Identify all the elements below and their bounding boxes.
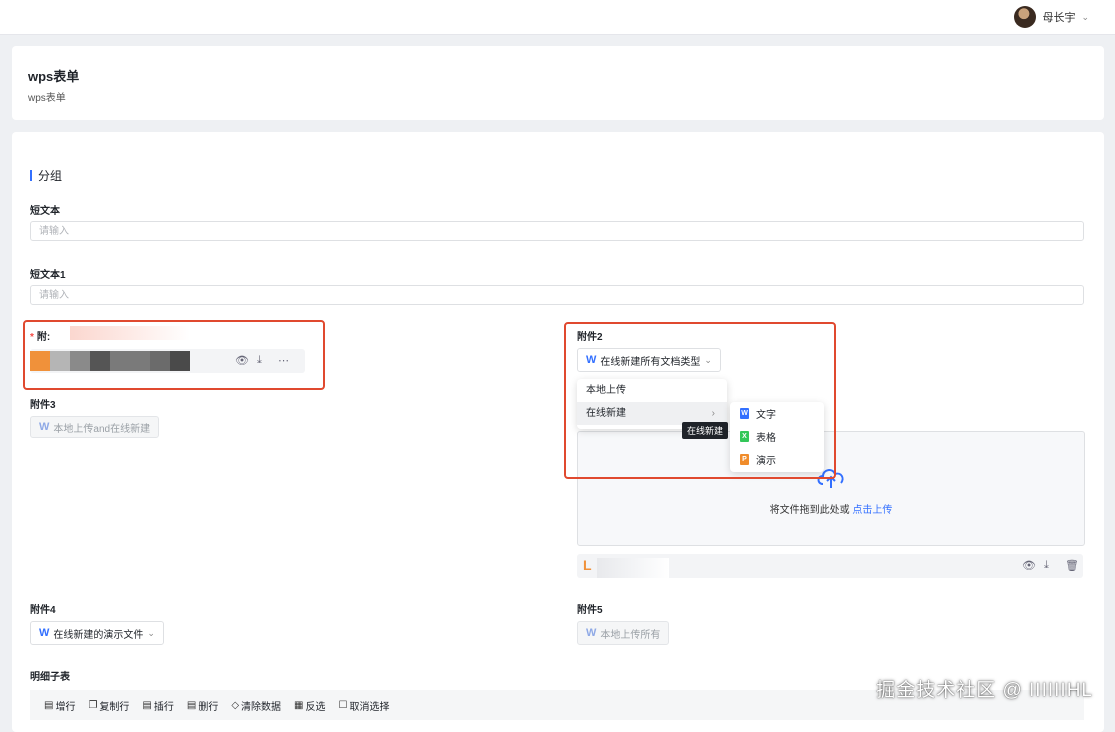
clear-data-label: 清除数据 [241,701,282,713]
page-subtitle: wps表单 [28,93,66,104]
clear-data-button[interactable]: ◇ 清除数据 [231,698,281,713]
add-row-icon: ▤ [44,699,54,711]
redacted-filename [597,558,669,578]
page-title: wps表单 [28,69,80,84]
insert-row-label: 插行 [153,701,174,713]
wps-icon: W [39,627,50,639]
click-upload-link[interactable]: 点击上传 [852,505,892,516]
delete-row-icon: ▤ [186,699,197,711]
watermark: 掘金技术社区 @ IIIIIIHL [876,680,1093,701]
short-text1-label: 短文本1 [30,270,66,281]
chevron-down-icon: ⌄ [147,627,155,638]
dropzone-hint: 将文件拖到此处或 [769,505,850,516]
top-bar: 母长宇 ⌄ [0,0,1115,35]
attachment3-button[interactable]: W 本地上传and在线新建 [30,416,160,438]
attachment5-button-label: 本地上传所有 [600,629,661,641]
invert-selection-label: 反选 [305,701,326,713]
attachment3-label: 附件3 [30,400,56,411]
copy-row-label: 复制行 [99,701,130,713]
file-type-icon: L [583,557,592,573]
cancel-selection-button[interactable]: ☐ 取消选择 [338,698,389,713]
attachment2-file-row[interactable]: L 👁 ⤓ 🗑 [577,554,1083,578]
insert-row-button[interactable]: ▤ 插行 [142,698,173,713]
detail-table-label: 明细子表 [30,672,70,683]
highlight-box-attachment1 [23,320,325,390]
cancel-selection-icon: ☐ [338,699,348,711]
invert-selection-button[interactable]: ▦ 反选 [294,698,325,713]
insert-row-icon: ▤ [142,699,152,711]
short-text-input[interactable]: 请输入 [30,221,1084,241]
trash-icon[interactable]: 🗑 [1065,559,1079,572]
attachment4-label: 附件4 [30,605,56,616]
avatar[interactable] [1014,6,1037,28]
short-text-label: 短文本 [30,206,60,217]
group-title: 分组 [30,167,62,184]
delete-row-label: 删行 [198,701,219,713]
attachment5-label: 附件5 [577,605,603,616]
add-row-label: 增行 [55,701,76,713]
group-title-bar [30,170,32,181]
add-row-button[interactable]: ▤ 增行 [44,698,75,713]
eye-icon[interactable]: 👁 [1022,559,1036,572]
wps-icon: W [39,421,50,433]
user-name[interactable]: 母长宇 [1042,9,1075,25]
page-header-card: wps表单 wps表单 [12,46,1104,120]
copy-row-button[interactable]: ❐ 复制行 [88,698,129,713]
short-text1-input[interactable]: 请输入 [30,285,1084,305]
group-title-text: 分组 [38,169,63,183]
attachment3-button-label: 本地上传and在线新建 [53,423,151,435]
attachment4-button[interactable]: W 在线新建的演示文件 ⌄ [30,621,164,645]
form-card: 分组 短文本 请输入 短文本1 请输入 * 附: 👁 ⤓ ⋯ 附件3 W 本地上传… [12,132,1104,732]
eraser-icon: ◇ [231,699,240,711]
copy-row-icon: ❐ [88,699,98,711]
dropzone-text: 将文件拖到此处或 点击上传 [578,501,1084,516]
download-icon[interactable]: ⤓ [1044,559,1049,572]
attachment5-button[interactable]: W 本地上传所有 [577,621,670,645]
attachment4-button-label: 在线新建的演示文件 [53,629,144,641]
delete-row-button[interactable]: ▤ 删行 [187,698,218,713]
cancel-selection-label: 取消选择 [349,701,390,713]
user-menu[interactable]: 母长宇 ⌄ [1014,6,1089,28]
wps-icon: W [586,627,597,639]
invert-selection-icon: ▦ [294,699,304,711]
highlight-box-attachment2 [564,322,836,479]
chevron-down-icon[interactable]: ⌄ [1081,12,1089,23]
